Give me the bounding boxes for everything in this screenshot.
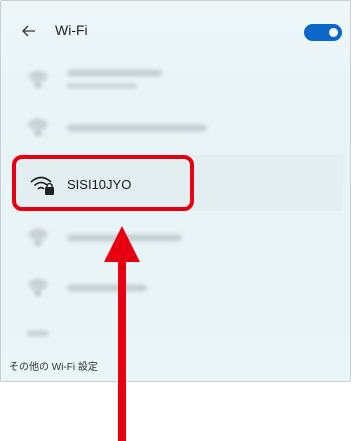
arrow-left-icon[interactable] bbox=[19, 21, 39, 41]
other-wifi-settings-link[interactable]: その他の Wi-Fi 設定 bbox=[9, 358, 98, 373]
wifi-icon bbox=[28, 120, 48, 136]
annotation-highlight-box bbox=[12, 155, 194, 211]
network-name-obscured bbox=[67, 235, 182, 241]
wifi-header: Wi-Fi bbox=[1, 1, 350, 59]
network-item-partial bbox=[27, 331, 49, 336]
toggle-knob bbox=[329, 28, 338, 37]
wifi-icon bbox=[28, 230, 48, 246]
network-item[interactable] bbox=[1, 217, 350, 263]
network-status-obscured bbox=[67, 84, 137, 88]
wifi-icon bbox=[28, 72, 48, 88]
wifi-icon bbox=[28, 280, 48, 296]
network-name-obscured bbox=[67, 70, 162, 76]
page-title: Wi-Fi bbox=[55, 22, 88, 38]
network-item[interactable] bbox=[1, 59, 350, 105]
network-name-obscured bbox=[67, 125, 207, 131]
network-item[interactable] bbox=[1, 107, 350, 153]
network-name-obscured bbox=[67, 285, 147, 291]
network-item[interactable] bbox=[1, 267, 350, 313]
wifi-toggle[interactable] bbox=[304, 24, 342, 41]
